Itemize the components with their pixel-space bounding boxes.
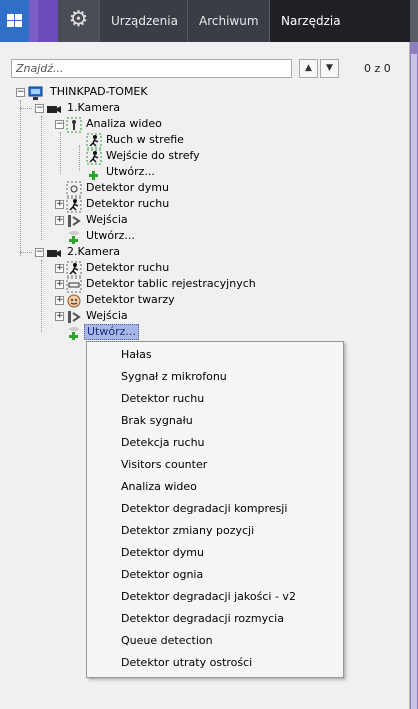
- menu-item-queue-detection[interactable]: Queue detection: [87, 630, 343, 652]
- menu-item-noise[interactable]: Hałas: [87, 344, 343, 366]
- tab-archive[interactable]: Archiwum: [187, 0, 269, 42]
- face-icon: [67, 294, 81, 308]
- tree-license-plate-detector[interactable]: Detektor tablic rejestracyjnych: [84, 276, 258, 292]
- smoke-detector-icon: [66, 181, 82, 197]
- add-icon: [69, 327, 79, 340]
- tree-root[interactable]: THINKPAD-TOMEK: [48, 84, 150, 100]
- menu-item-position-change[interactable]: Detektor zmiany pozycji: [87, 520, 343, 542]
- inputs-icon: [68, 215, 81, 227]
- tree-create-detector[interactable]: Utwórz...: [84, 228, 137, 244]
- menu-item-smoke-detector[interactable]: Detektor dymu: [87, 542, 343, 564]
- search-result-counter: 0 z 0: [364, 62, 391, 75]
- camera-icon: [47, 250, 61, 257]
- tree-zone-entry[interactable]: Wejście do strefy: [104, 148, 202, 164]
- server-icon: [28, 86, 43, 100]
- tree-camera-2[interactable]: 2.Kamera: [65, 244, 122, 260]
- search-input[interactable]: Znajdź...: [11, 59, 292, 78]
- menu-item-no-signal[interactable]: Brak sygnału: [87, 410, 343, 432]
- menu-item-focus-loss[interactable]: Detektor utraty ostrości: [87, 652, 343, 674]
- add-icon: [69, 231, 79, 244]
- collapse-toggle[interactable]: −: [55, 120, 64, 129]
- menu-item-motion-detection[interactable]: Detekcja ruchu: [87, 432, 343, 454]
- tree-inputs-2[interactable]: Wejścia: [84, 308, 130, 324]
- menu-item-compression-degradation[interactable]: Detektor degradacji kompresji: [87, 498, 343, 520]
- tree-create-detector-2[interactable]: Utwórz...: [84, 324, 139, 340]
- create-detector-menu: Hałas Sygnał z mikrofonu Detektor ruchu …: [86, 341, 344, 678]
- video-analytics-icon: [66, 117, 82, 133]
- search-prev-button[interactable]: ▲: [299, 59, 318, 78]
- vertical-scrollbar[interactable]: [410, 42, 418, 709]
- tree-motion-detector-2[interactable]: Detektor ruchu: [84, 260, 171, 276]
- menu-item-visitors-counter[interactable]: Visitors counter: [87, 454, 343, 476]
- search-next-button[interactable]: ▼: [320, 59, 339, 78]
- menu-item-quality-degradation-v2[interactable]: Detektor degradacji jakości - v2: [87, 586, 343, 608]
- expand-toggle[interactable]: +: [55, 280, 64, 289]
- inputs-icon: [68, 311, 81, 323]
- expand-toggle[interactable]: +: [55, 296, 64, 305]
- toolbar-edge: [410, 0, 418, 42]
- add-icon: [89, 171, 98, 180]
- menu-item-video-analytics[interactable]: Analiza wideo: [87, 476, 343, 498]
- tree-face-detector[interactable]: Detektor twarzy: [84, 292, 177, 308]
- expand-toggle[interactable]: +: [55, 312, 64, 321]
- tree-motion-in-zone[interactable]: Ruch w strefie: [104, 132, 186, 148]
- menu-item-motion-detector[interactable]: Detektor ruchu: [87, 388, 343, 410]
- collapse-toggle[interactable]: −: [35, 248, 44, 257]
- expand-toggle[interactable]: +: [55, 200, 64, 209]
- collapse-toggle[interactable]: −: [16, 88, 25, 97]
- camera-icon: [47, 106, 61, 113]
- home-button[interactable]: [0, 0, 29, 42]
- expand-toggle[interactable]: +: [55, 264, 64, 273]
- tree-video-analytics[interactable]: Analiza wideo: [84, 116, 164, 132]
- expand-toggle[interactable]: +: [55, 216, 64, 225]
- tree-motion-detector[interactable]: Detektor ruchu: [84, 196, 171, 212]
- menu-item-fire-detector[interactable]: Detektor ognia: [87, 564, 343, 586]
- top-toolbar: ⚙ Urządzenia Archiwum Narzędzia detekcyj…: [0, 0, 418, 70]
- layout-strip-secondary[interactable]: [38, 0, 58, 42]
- zone-entry-icon: [86, 149, 102, 165]
- tree-smoke-detector[interactable]: Detektor dymu: [84, 180, 171, 196]
- tree-create-analytics[interactable]: Utwórz...: [104, 164, 157, 180]
- tab-detection-tools[interactable]: Narzędzia detekcyjne: [269, 0, 410, 70]
- gear-icon[interactable]: ⚙: [58, 0, 99, 42]
- license-plate-icon: [66, 277, 82, 293]
- tree-inputs[interactable]: Wejścia: [84, 212, 130, 228]
- tree-camera-1[interactable]: 1.Kamera: [65, 100, 122, 116]
- tab-devices[interactable]: Urządzenia: [99, 0, 186, 42]
- menu-item-microphone-signal[interactable]: Sygnał z mikrofonu: [87, 366, 343, 388]
- motion-detector-icon: [66, 261, 82, 277]
- menu-item-blur-degradation[interactable]: Detektor degradacji rozmycia: [87, 608, 343, 630]
- collapse-toggle[interactable]: −: [35, 104, 44, 113]
- grid-icon: [7, 14, 22, 27]
- motion-detector-icon: [66, 197, 82, 213]
- motion-in-zone-icon: [86, 133, 102, 149]
- layout-strip[interactable]: [29, 0, 38, 42]
- scrollbar-thumb[interactable]: [411, 54, 417, 709]
